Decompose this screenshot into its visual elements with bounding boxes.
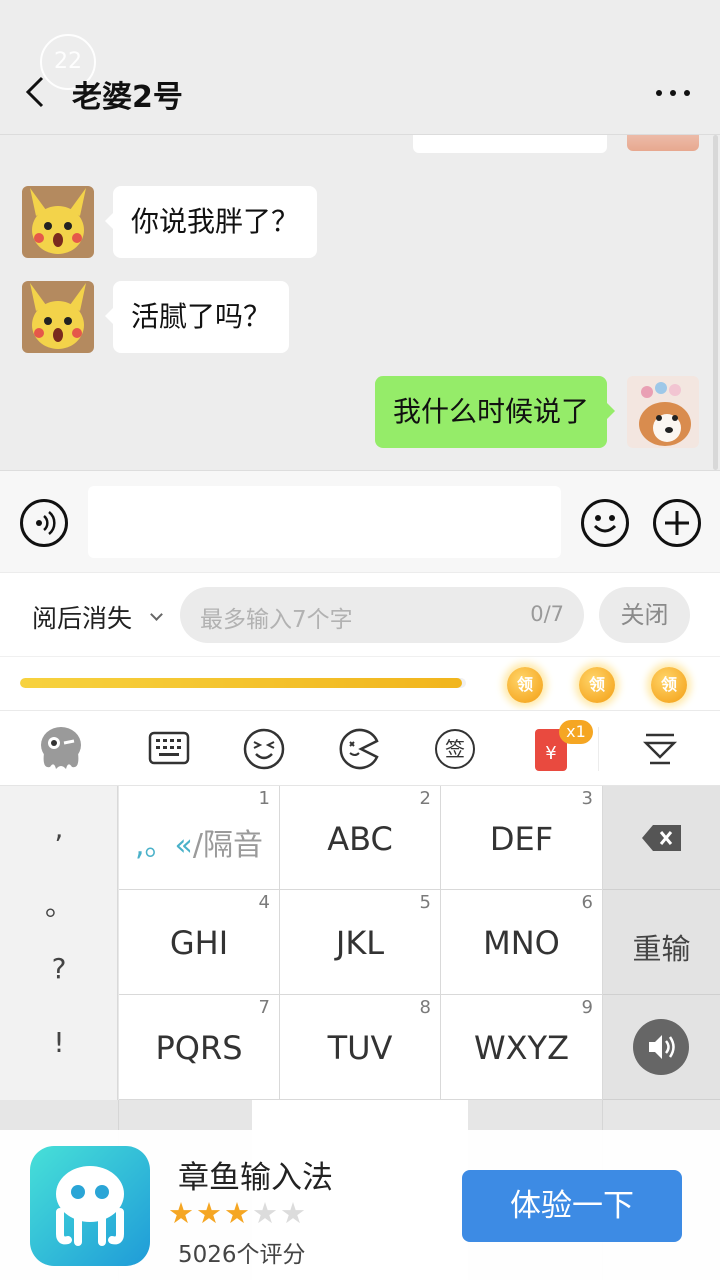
burn-mode-selector[interactable]: 阅后消失 — [32, 599, 132, 635]
backspace-icon — [642, 825, 681, 851]
key-2[interactable]: 2 ABC — [280, 786, 441, 890]
sign-icon[interactable]: 签 — [433, 727, 477, 771]
reinput-key[interactable]: 重输 — [603, 890, 720, 995]
contact-avatar[interactable] — [22, 186, 94, 258]
key-label: TUV — [327, 1029, 393, 1067]
backspace-key[interactable] — [603, 786, 720, 890]
burn-message-input[interactable]: 最多输入7个字 0/7 — [180, 587, 584, 643]
char-counter: 0/7 — [530, 602, 564, 626]
key-9[interactable]: 9 WXYZ — [441, 995, 603, 1100]
key-7[interactable]: 7 PQRS — [119, 995, 280, 1100]
meme-face-icon[interactable] — [337, 727, 381, 771]
voice-input-icon[interactable] — [20, 499, 68, 547]
claim-coin-icon[interactable]: 领 — [651, 667, 687, 703]
key-label: ABC — [327, 820, 393, 858]
key-number: 7 — [258, 997, 270, 1018]
key-4[interactable]: 4 GHI — [119, 890, 280, 995]
claim-coin-icon[interactable]: 领 — [579, 667, 615, 703]
my-avatar[interactable] — [627, 376, 699, 448]
red-packet-count-badge: x1 — [559, 720, 593, 744]
chat-scrollbar[interactable] — [713, 135, 718, 470]
burn-after-reading-row: 阅后消失 最多输入7个字 0/7 关闭 — [0, 572, 720, 656]
reinput-label: 重输 — [632, 932, 691, 966]
emoji-icon[interactable] — [581, 499, 629, 547]
back-arrow-icon[interactable] — [22, 74, 52, 110]
more-menu-icon[interactable] — [656, 90, 690, 98]
key-1[interactable]: 1 ,。«/隔音 — [119, 786, 280, 890]
toolbar-divider — [598, 727, 599, 771]
octopus-app-icon[interactable] — [30, 1146, 150, 1266]
punct-period-key[interactable]: 。 — [0, 884, 118, 924]
key-label: MNO — [483, 924, 560, 962]
app-ad-banner[interactable]: 章鱼输入法 ★★★★★ 5026个评分 体验一下 — [0, 1130, 720, 1280]
key-5[interactable]: 5 JKL — [280, 890, 441, 995]
reward-progress-fill — [20, 678, 462, 688]
burn-input-placeholder: 最多输入7个字 — [200, 607, 353, 633]
sound-key[interactable] — [603, 995, 720, 1100]
key-number: 8 — [419, 997, 431, 1018]
input-bar — [0, 470, 720, 572]
punct-comma-key[interactable]: , — [0, 812, 118, 845]
key-8[interactable]: 8 TUV — [280, 995, 441, 1100]
received-message-bubble[interactable]: 你说我胖了？ — [104, 186, 318, 258]
sent-message-bubble[interactable]: 我什么时候说了 — [374, 376, 616, 448]
reward-progress-bar — [20, 678, 466, 688]
key-number: 6 — [581, 892, 593, 913]
star-filled-icon: ★ — [196, 1196, 224, 1230]
my-avatar-partial — [627, 135, 699, 151]
speaker-icon — [633, 1019, 689, 1075]
key-number: 9 — [581, 997, 593, 1018]
key-label: DEF — [489, 820, 554, 858]
close-button[interactable]: 关闭 — [599, 587, 690, 643]
punct-exclaim-key[interactable]: ! — [0, 1026, 118, 1059]
collapse-keyboard-icon[interactable] — [638, 727, 682, 771]
sign-label: 签 — [435, 729, 475, 769]
key-label: GHI — [169, 924, 229, 962]
key-label: JKL — [335, 924, 385, 962]
reward-progress-row: 领 领 领 — [0, 656, 720, 710]
chevron-down-icon[interactable] — [150, 608, 163, 621]
ad-app-name: 章鱼输入法 — [178, 1160, 333, 1196]
key-label: PQRS — [155, 1029, 243, 1067]
punctuation-column: , 。 ? ! — [0, 786, 118, 1100]
key-number: 1 — [258, 788, 270, 809]
claim-coin-icon[interactable]: 领 — [507, 667, 543, 703]
key-label: WXYZ — [473, 1029, 570, 1067]
previous-message-bubble — [413, 135, 607, 153]
chat-title: 老婆2号 — [72, 80, 183, 115]
star-filled-icon: ★ — [168, 1196, 196, 1230]
emoticon-icon[interactable] — [242, 727, 286, 771]
octopus-logo-icon[interactable] — [36, 723, 86, 773]
key-3[interactable]: 3 DEF — [441, 786, 603, 890]
plus-icon[interactable] — [653, 499, 701, 547]
message-input[interactable] — [88, 486, 561, 558]
keyboard-icon[interactable] — [147, 727, 191, 771]
star-empty-icon: ★ — [252, 1196, 280, 1230]
try-now-button[interactable]: 体验一下 — [462, 1170, 682, 1242]
ime-toolbar: 签 ¥ — [0, 710, 720, 786]
key-number: 2 — [419, 788, 431, 809]
star-empty-icon: ★ — [280, 1196, 308, 1230]
rating-count: 5026个评分 — [178, 1242, 306, 1268]
key-number: 4 — [258, 892, 270, 913]
key-label: ,。«/隔音 — [135, 828, 263, 863]
star-filled-icon: ★ — [224, 1196, 252, 1230]
contact-avatar[interactable] — [22, 281, 94, 353]
rating-stars: ★★★★★ — [168, 1196, 308, 1230]
chat-header: 22 老婆2号 — [0, 0, 720, 135]
key-number: 5 — [419, 892, 431, 913]
punct-question-key[interactable]: ? — [0, 952, 118, 985]
key-number: 3 — [581, 788, 593, 809]
key-6[interactable]: 6 MNO — [441, 890, 603, 995]
message-list[interactable]: 你说我胖了？ 活腻了吗？ 我什么时候说了 — [0, 135, 720, 470]
received-message-bubble[interactable]: 活腻了吗？ — [104, 281, 290, 353]
